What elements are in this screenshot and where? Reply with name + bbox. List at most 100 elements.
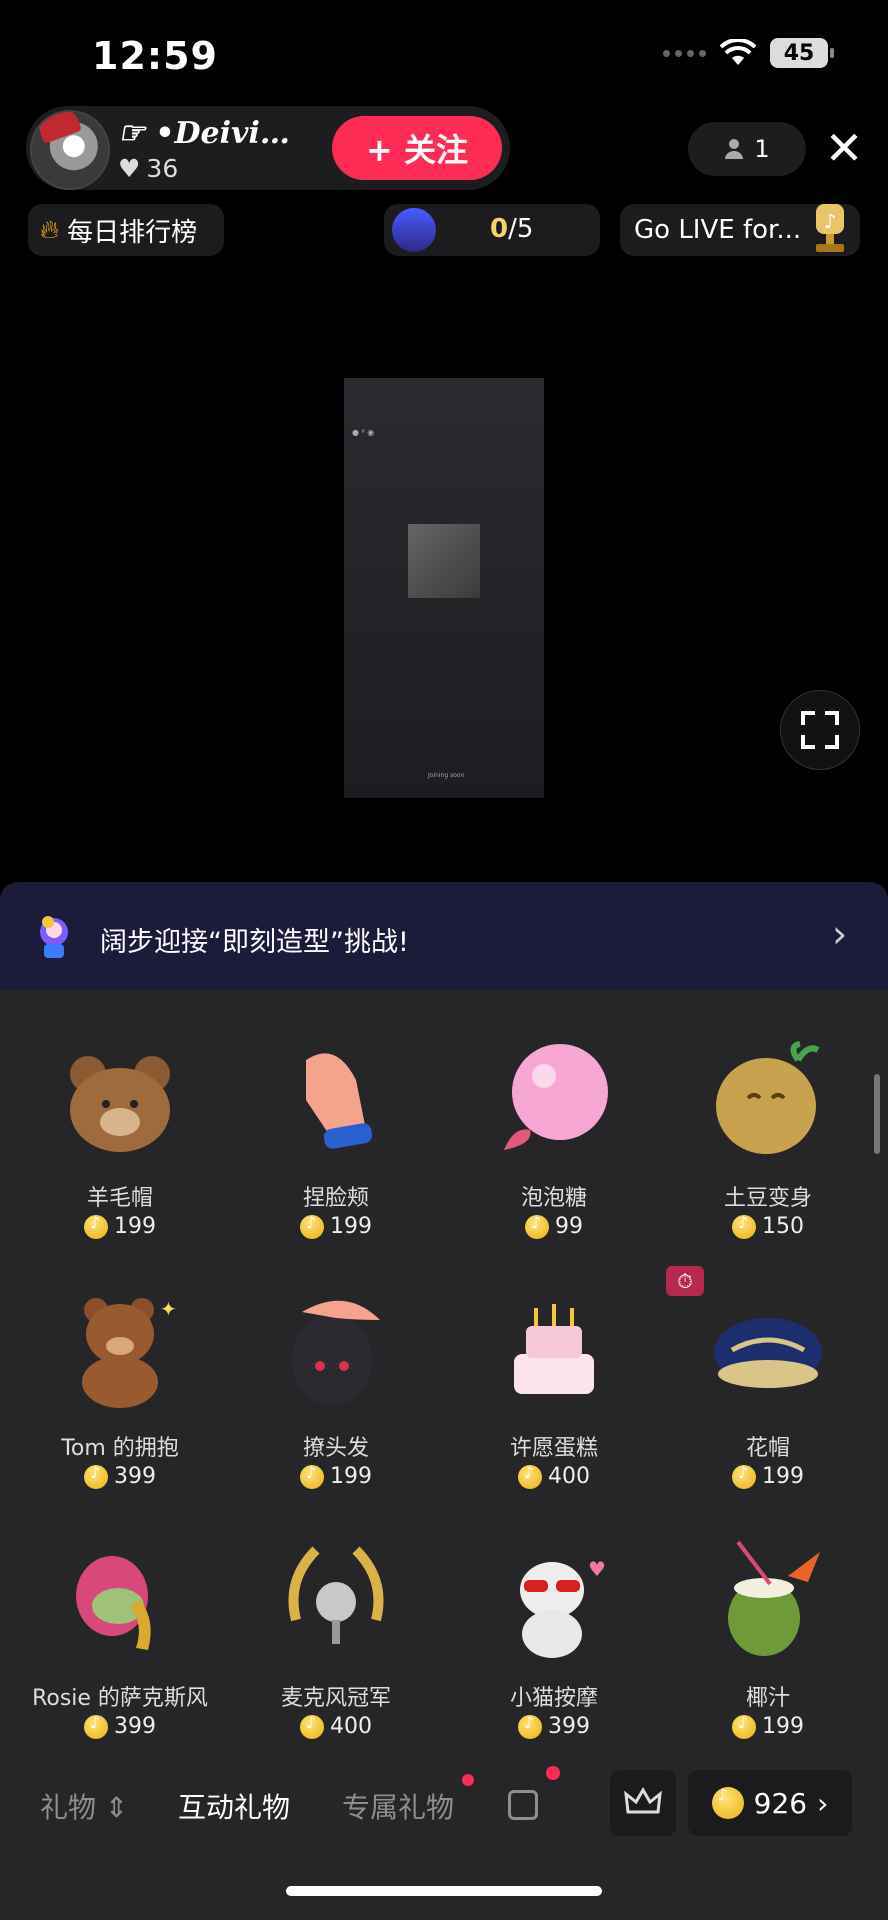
gift-name: 小猫按摩 — [509, 1686, 598, 1711]
coin-icon — [84, 1713, 108, 1739]
gift-price: 399 — [20, 1713, 220, 1739]
notification-dot — [546, 1766, 560, 1780]
embroidered-hat-icon — [714, 1318, 822, 1388]
battery-icon: 45 — [770, 38, 834, 68]
video-placeholder-image — [408, 524, 480, 598]
close-icon[interactable]: ✕ — [820, 124, 868, 172]
crown-icon[interactable] — [610, 1770, 676, 1836]
chevron-right-icon[interactable]: › — [832, 912, 847, 956]
gift-name: Rosie 的萨克斯风 — [32, 1686, 208, 1711]
gift-item-bubble-gum[interactable]: 泡泡糖 99 — [454, 1040, 654, 1290]
trophy-icon: ♪ — [816, 204, 844, 252]
coin-icon — [518, 1463, 542, 1489]
svg-text:♪: ♪ — [824, 209, 837, 233]
bubble-gum-icon — [504, 1044, 608, 1150]
teddy-bear-icon: ✦ — [82, 1297, 177, 1408]
challenge-character-icon — [40, 916, 68, 958]
coin-icon — [300, 1713, 324, 1739]
gift-name: 土豆变身 — [723, 1186, 812, 1211]
chevron-right-icon: › — [817, 1786, 829, 1820]
video-overlay-info: ● ⁸ ◉ — [352, 428, 375, 437]
gift-item-cat-massage[interactable]: ♥ 小猫按摩 399 — [454, 1540, 654, 1790]
tab-exclusive-gifts[interactable]: 专属礼物 — [342, 1786, 454, 1826]
gift-price: 199 — [668, 1463, 868, 1489]
gift-box-icon[interactable] — [508, 1790, 538, 1820]
gift-panel-scrollbar[interactable] — [874, 1074, 880, 1154]
gift-name: 撩头发 — [302, 1436, 369, 1461]
coin-icon — [84, 1463, 108, 1489]
coin-icon — [300, 1213, 324, 1239]
gift-name: 羊毛帽 — [86, 1186, 153, 1211]
gift-price: 199 — [236, 1463, 436, 1489]
gift-price: 399 — [20, 1463, 220, 1489]
gift-item-flower-hat[interactable]: 花帽 199 — [668, 1290, 868, 1540]
microphone-trophy-icon — [288, 1546, 384, 1644]
fullscreen-icon[interactable] — [780, 690, 860, 770]
follow-button[interactable]: + 关注 — [332, 116, 502, 180]
gift-price: 400 — [236, 1713, 436, 1739]
coin-icon — [84, 1213, 108, 1239]
status-icons: 45 — [663, 38, 834, 68]
gift-name: 捏脸颊 — [302, 1186, 369, 1211]
coin-icon — [518, 1713, 542, 1739]
goal-progress: 0/5 — [490, 214, 534, 244]
goal-avatar-icon — [392, 208, 436, 252]
challenge-banner-text: 阔步迎接“即刻造型”挑战! — [100, 927, 409, 958]
gift-name: 椰汁 — [745, 1686, 790, 1711]
signal-icon — [663, 49, 706, 57]
gift-name: 泡泡糖 — [520, 1186, 587, 1211]
video-footer-text: Joining soon — [428, 772, 465, 779]
flame-icon: 🔥︎ — [40, 214, 60, 245]
host-likes: ♥ 36 — [118, 154, 178, 183]
gift-item-hair-flip[interactable]: 撩头发 199 — [236, 1290, 436, 1540]
coin-icon — [300, 1463, 324, 1489]
wifi-icon — [720, 39, 756, 65]
coin-icon — [732, 1463, 756, 1489]
coin-icon — [711, 1785, 744, 1819]
heart-icon: ♥ — [118, 154, 141, 183]
gift-price: 199 — [668, 1713, 868, 1739]
gift-item-pinch-cheek[interactable]: 捏脸颊 199 — [236, 1040, 436, 1290]
viewer-count-pill[interactable]: 1 — [688, 122, 806, 176]
svg-text:✦: ✦ — [160, 1297, 177, 1321]
tab-interactive-gifts[interactable]: 互动礼物 — [178, 1786, 290, 1826]
bear-hat-icon — [70, 1056, 170, 1152]
coin-icon — [732, 1713, 756, 1739]
host-name[interactable]: ☞ •𝑫𝒆𝒊𝒗𝒊… — [118, 116, 290, 151]
gift-price: 400 — [454, 1463, 654, 1489]
cat-sunglasses-icon: ♥ — [520, 1557, 606, 1658]
coconut-drink-icon — [728, 1540, 820, 1656]
birthday-cake-icon — [514, 1304, 594, 1394]
gift-item-wish-cake[interactable]: 许愿蛋糕 400 — [454, 1290, 654, 1540]
gift-name: 许愿蛋糕 — [509, 1436, 598, 1461]
gift-name: 麦克风冠军 — [280, 1686, 391, 1711]
gift-item-potato-transform[interactable]: 土豆变身 150 — [668, 1040, 868, 1290]
host-avatar[interactable] — [30, 110, 110, 190]
gift-item-coconut-juice[interactable]: 椰汁 199 — [668, 1540, 868, 1790]
status-time: 12:59 — [92, 34, 218, 78]
gift-price: 399 — [454, 1713, 654, 1739]
coin-icon — [525, 1213, 549, 1239]
tab-gifts[interactable]: 礼物 ⇕ — [40, 1786, 128, 1826]
gift-price: 199 — [20, 1213, 220, 1239]
gift-price: 199 — [236, 1213, 436, 1239]
daily-ranking-button[interactable]: 🔥︎ 每日排行榜 — [28, 204, 224, 256]
gift-item-tom-hug[interactable]: ✦ Tom 的拥抱 399 — [20, 1290, 220, 1540]
coin-balance-button[interactable]: 926 › — [688, 1770, 852, 1836]
gift-price: 99 — [454, 1213, 654, 1239]
coin-icon — [732, 1213, 756, 1239]
potato-icon — [716, 1041, 820, 1154]
coin-balance: 926 — [753, 1786, 808, 1820]
gift-price: 150 — [668, 1213, 868, 1239]
gift-item-wool-hat[interactable]: 羊毛帽 199 — [20, 1040, 220, 1290]
home-indicator[interactable] — [286, 1886, 602, 1896]
go-live-label: Go LIVE for... — [634, 215, 802, 245]
viewer-count: 1 — [754, 135, 770, 163]
pinching-hand-icon — [306, 1053, 373, 1149]
gift-item-rosie-saxophone[interactable]: Rosie 的萨克斯风 399 — [20, 1540, 220, 1790]
ranking-label: 每日排行榜 — [67, 217, 198, 248]
likes-count: 36 — [146, 154, 179, 183]
person-icon — [725, 139, 744, 159]
gift-item-mic-champion[interactable]: 麦克风冠军 400 — [236, 1540, 436, 1790]
gift-name: 花帽 — [745, 1436, 790, 1461]
